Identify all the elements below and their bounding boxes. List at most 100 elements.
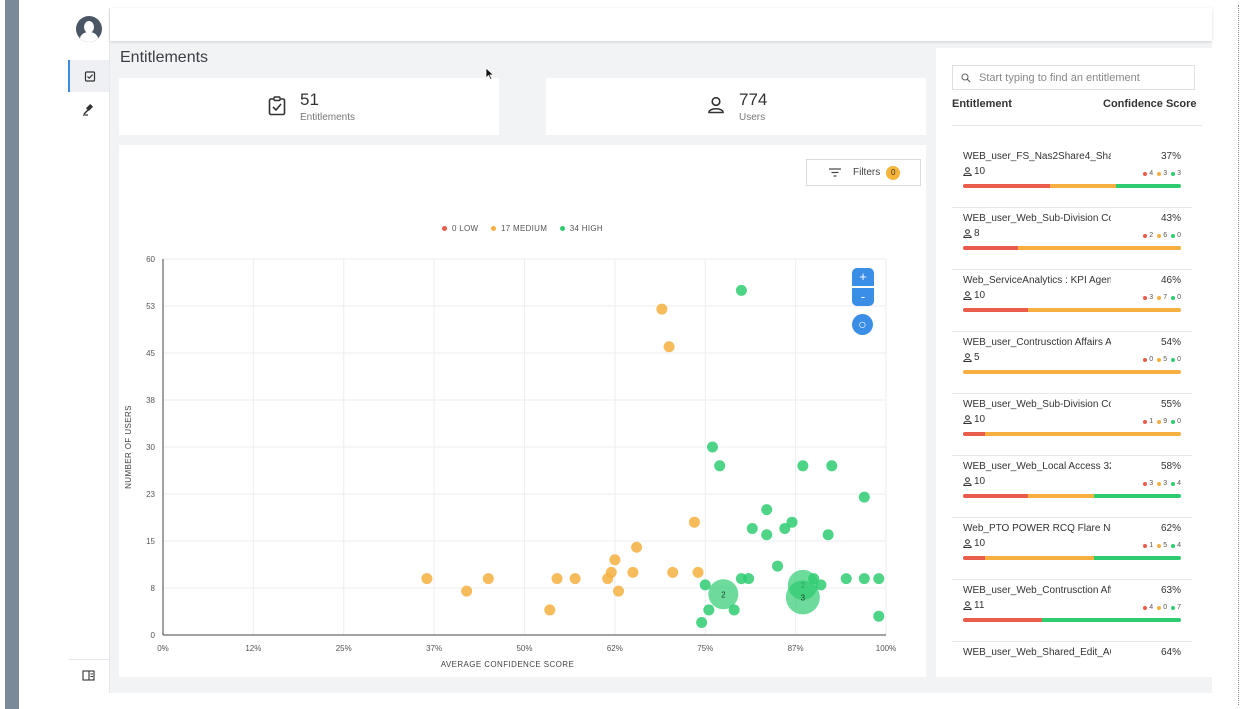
risk-count-low: 2	[1149, 232, 1154, 239]
entitlement-row[interactable]: Web_PTO POWER RCQ Flare Nonl 62% 10 1 5 4	[952, 518, 1192, 580]
user-icon	[963, 167, 972, 176]
risk-distribution-bar	[963, 432, 1181, 436]
data-point	[569, 573, 581, 585]
confidence-score: 43%	[1160, 213, 1181, 224]
y-tick-label: 38	[146, 396, 155, 405]
scatter-chart[interactable]: 08152330384553600% 12% 25% 37% 50% 62% 75% 87% 1…	[119, 145, 926, 677]
data-point	[605, 566, 617, 578]
x-axis-label: AVERAGE CONFIDENCE SCORE	[441, 660, 574, 669]
entitlement-row[interactable]: WEB_user_Web_Sub-Division Con 55% 10 1 9 0	[952, 394, 1192, 456]
clipboard-check-icon	[84, 71, 95, 82]
app-root: Entitlements 51 Entitlements 774 Users F…	[0, 0, 1242, 709]
risk-dot	[1143, 481, 1148, 486]
data-point-circle	[569, 573, 581, 585]
x-tick-label: 100%	[876, 644, 896, 653]
data-point	[699, 579, 711, 591]
risk-count-high: 0	[1177, 232, 1181, 239]
y-tick-label: 53	[146, 302, 155, 311]
data-point-circle	[656, 303, 668, 315]
data-point	[714, 460, 726, 472]
risk-counts: 4 3 3	[1139, 170, 1181, 177]
data-point-circle	[609, 554, 621, 566]
data-point	[609, 554, 621, 566]
risk-bar-segment-low	[963, 308, 1029, 312]
entitlement-row[interactable]: WEB_user_Web_Shared_Edit_ACC 64%	[952, 642, 1192, 704]
user-count-value: 10	[974, 414, 986, 425]
user-count-value: 10	[974, 476, 986, 487]
data-point-count: 3	[801, 593, 806, 602]
risk-dot	[1171, 605, 1176, 610]
risk-bar-segment-med	[1028, 494, 1094, 498]
y-tick-label: 30	[146, 443, 155, 452]
x-tick-label: 0%	[157, 644, 169, 653]
search-input[interactable]	[979, 71, 1179, 84]
avatar[interactable]	[76, 16, 102, 42]
data-point-circle	[696, 616, 708, 628]
data-point-circle	[840, 573, 852, 585]
zoom-out-button[interactable]: -	[852, 288, 874, 306]
data-point-circle	[822, 529, 834, 541]
user-count-value: 10	[974, 290, 986, 301]
x-tick-label: 75%	[697, 644, 713, 653]
entitlement-row[interactable]: WEB_user_Web_Local Access 32 F 58% 10 3 3 4	[952, 456, 1192, 518]
data-point	[461, 585, 473, 597]
risk-dot	[1143, 233, 1148, 238]
entitlement-row[interactable]: WEB_user_FS_Nas2Share4_Share 37% 10 4 3 3	[952, 146, 1192, 208]
risk-count-high: 3	[1177, 170, 1181, 177]
risk-dot	[1143, 171, 1148, 176]
data-point-circle	[873, 573, 885, 585]
risk-count-high: 0	[1177, 418, 1181, 425]
data-point	[728, 604, 740, 616]
data-point: 3	[785, 580, 820, 615]
y-tick-label: 45	[146, 349, 155, 358]
entitlement-name: WEB_user_Web_Sub-Division Con	[963, 213, 1111, 224]
mouse-cursor-icon	[485, 67, 495, 81]
risk-count-high: 4	[1177, 542, 1181, 549]
confidence-score: 64%	[1160, 647, 1181, 658]
nav-panel-toggle[interactable]	[68, 659, 109, 691]
column-header-confidence[interactable]: Confidence Score	[1103, 98, 1197, 110]
data-point	[840, 573, 852, 585]
stat-label: Entitlements	[300, 112, 356, 123]
risk-count-med: 3	[1163, 480, 1168, 487]
risk-dot	[1171, 295, 1176, 300]
data-point	[663, 341, 675, 353]
risk-bar-segment-low	[963, 618, 1043, 622]
data-point	[858, 491, 870, 503]
data-point	[735, 284, 747, 296]
risk-dot	[1157, 481, 1162, 486]
risk-bar-segment-high	[1042, 618, 1181, 622]
data-point-circle	[421, 573, 433, 585]
entitlement-name: WEB_user_Web_Shared_Edit_ACC	[963, 647, 1111, 658]
risk-bar-segment-high	[1093, 556, 1181, 560]
risk-bar-segment-med	[1028, 308, 1181, 312]
x-tick-label: 12%	[245, 644, 261, 653]
risk-count-med: 6	[1163, 232, 1168, 239]
x-tick-label: 87%	[788, 644, 804, 653]
entitlement-list-panel: Entitlement Confidence Score WEB_user_FS…	[936, 48, 1212, 677]
user-count-value: 5	[974, 352, 980, 363]
data-point	[772, 560, 784, 572]
entitlement-row[interactable]: WEB_user_Web_Sub-Division Con 43% 8 2 6 0	[952, 208, 1192, 270]
zoom-in-button[interactable]: +	[852, 268, 874, 286]
risk-bar-segment-med	[1017, 246, 1181, 250]
risk-count-low: 3	[1149, 294, 1154, 301]
window-edge-strip	[5, 0, 19, 709]
risk-count-high: 0	[1177, 294, 1181, 301]
column-header-entitlement[interactable]: Entitlement	[952, 98, 1012, 110]
data-point-circle	[858, 573, 870, 585]
zoom-reset-button[interactable]: ○	[852, 314, 873, 335]
risk-dot	[1143, 419, 1148, 424]
x-tick-label: 50%	[516, 644, 532, 653]
entitlement-row[interactable]: WEB_user_Web_Contrusction Affa 63% 11 4 0 7	[952, 580, 1192, 642]
page-edge-guide	[1238, 5, 1239, 705]
entitlement-row[interactable]: WEB_user_Contrusction Affairs Ac 54% 5 0 5 0	[952, 332, 1192, 394]
stat-value: 774	[739, 90, 768, 109]
entitlement-row[interactable]: Web_ServiceAnalytics : KPI Agent 46% 10 3 7 0	[952, 270, 1192, 332]
data-point	[706, 441, 718, 453]
user-count: 10	[963, 166, 985, 177]
nav-gavel[interactable]	[68, 93, 109, 125]
data-point	[797, 460, 809, 472]
nav-entitlements[interactable]	[68, 60, 109, 92]
data-point	[482, 573, 494, 585]
